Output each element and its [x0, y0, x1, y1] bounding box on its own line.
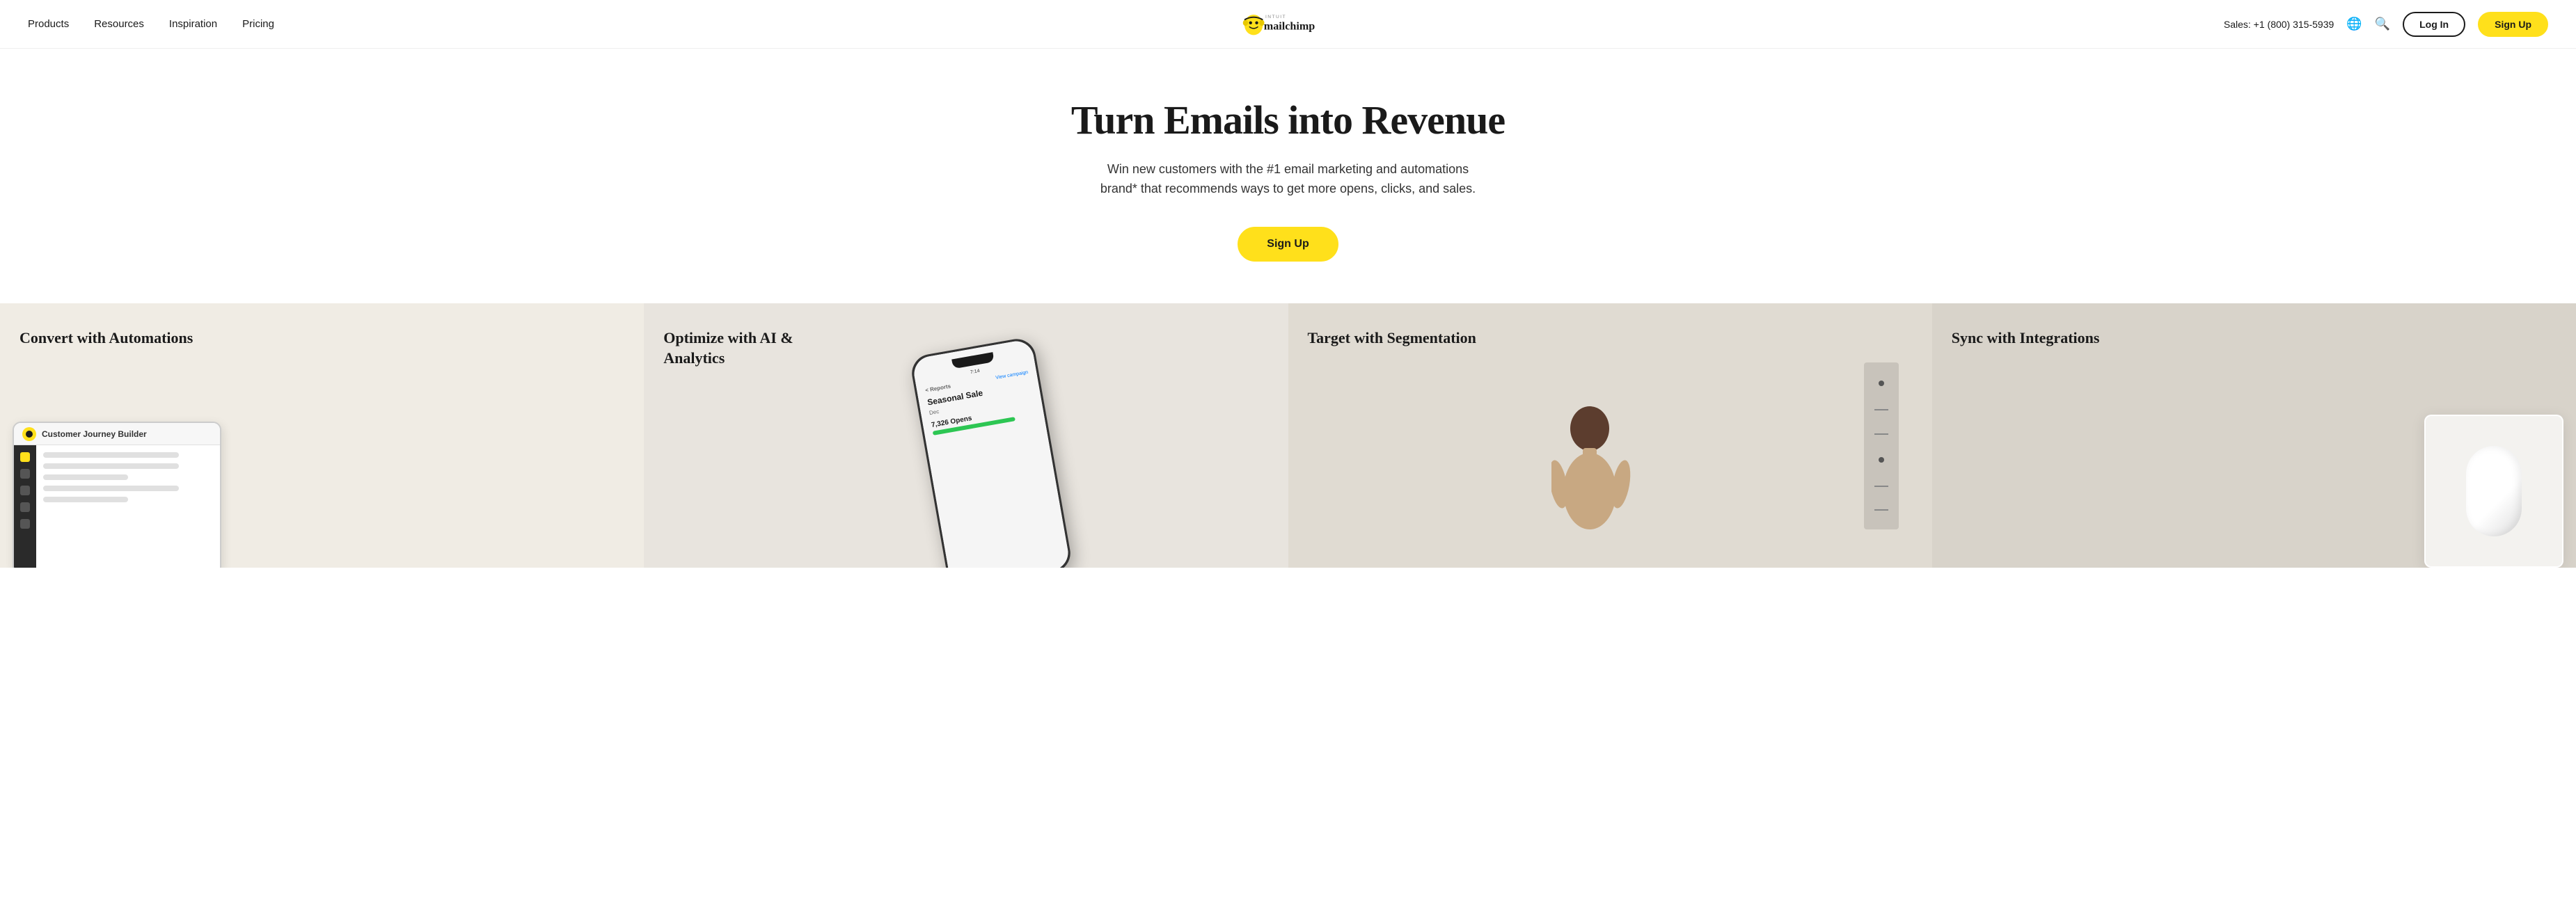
mock-line-5: [43, 497, 128, 502]
tablet-sidebar: [14, 445, 36, 568]
sidebar-item-2: [20, 486, 30, 495]
nav-logo[interactable]: INTUIT mailchimp: [1237, 9, 1339, 40]
mock-line-4: [43, 486, 179, 491]
search-icon[interactable]: 🔍: [2375, 17, 2390, 31]
ruler-mark-4: [1874, 509, 1888, 511]
login-button[interactable]: Log In: [2403, 12, 2465, 37]
svg-text:mailchimp: mailchimp: [1263, 20, 1314, 32]
feature-card-integrations: Sync with Integrations: [1932, 303, 2576, 568]
ruler-dot-2: [1879, 457, 1884, 463]
ruler-mark-1: [1874, 409, 1888, 410]
hero-subtitle: Win new customers with the #1 email mark…: [1093, 159, 1483, 200]
feature-card-segmentation: Target with Segmentation: [1288, 303, 1932, 568]
device-inner: [2426, 416, 2562, 566]
tablet-header: Customer Journey Builder: [14, 423, 220, 445]
tablet-mock: Customer Journey Builder: [13, 422, 221, 568]
mock-line-3: [43, 474, 128, 480]
feature-title-segmentation: Target with Segmentation: [1308, 328, 1489, 349]
feature-title-integrations: Sync with Integrations: [1952, 328, 2133, 349]
nav-item-inspiration[interactable]: Inspiration: [169, 18, 217, 30]
ruler-mark-3: [1874, 486, 1888, 487]
nav-item-resources[interactable]: Resources: [94, 18, 144, 30]
nav-item-pricing[interactable]: Pricing: [242, 18, 274, 30]
tablet-title: Customer Journey Builder: [42, 429, 147, 439]
ruler-mark-2: [1874, 433, 1888, 435]
phone-mock: 7:14 < Reports View campaign Seasonal Sa…: [909, 336, 1073, 568]
feature-title-analytics: Optimize with AI & Analytics: [663, 328, 844, 368]
feature-card-automations: Convert with Automations Customer Journe…: [0, 303, 644, 568]
nav-item-products[interactable]: Products: [28, 18, 69, 30]
mock-line-2: [43, 463, 179, 469]
sidebar-item-active: [20, 452, 30, 462]
signup-nav-button[interactable]: Sign Up: [2478, 12, 2548, 37]
card-visual-analytics: 7:14 < Reports View campaign Seasonal Sa…: [663, 382, 1268, 568]
nav-left: Products Resources Inspiration Pricing: [28, 18, 274, 30]
tablet-content: [36, 445, 220, 568]
nav-phone: Sales: +1 (800) 315-5939: [2224, 19, 2334, 30]
phone-mock-container: 7:14 < Reports View campaign Seasonal Sa…: [909, 336, 1073, 568]
main-nav: Products Resources Inspiration Pricing: [0, 0, 2576, 49]
person-silhouette: [1551, 401, 1635, 568]
feature-strip: Convert with Automations Customer Journe…: [0, 303, 2576, 568]
ruler-mock: [1864, 362, 1899, 529]
svg-text:INTUIT: INTUIT: [1265, 15, 1286, 19]
hero-signup-button[interactable]: Sign Up: [1238, 227, 1338, 262]
card-visual-segmentation: [1308, 362, 1913, 568]
feature-title-automations: Convert with Automations: [19, 328, 200, 349]
globe-icon[interactable]: 🌐: [2346, 17, 2362, 31]
hero-section: Turn Emails into Revenue Win new custome…: [0, 49, 2576, 303]
white-cylinder: [2466, 446, 2522, 536]
phone-view-campaign: View campaign: [995, 370, 1029, 381]
device-mock: [2424, 415, 2563, 568]
card-visual-automations: Customer Journey Builder: [19, 362, 624, 568]
sidebar-item-4: [20, 519, 30, 529]
phone-reports-label: < Reports: [924, 383, 951, 394]
feature-card-analytics: Optimize with AI & Analytics 7:14 < Repo…: [644, 303, 1288, 568]
nav-right: Sales: +1 (800) 315-5939 🌐 🔍 Log In Sign…: [2224, 12, 2548, 37]
sidebar-item-1: [20, 469, 30, 479]
card-visual-integrations: [1952, 362, 2557, 568]
hero-title: Turn Emails into Revenue: [1071, 97, 1505, 144]
sidebar-item-3: [20, 502, 30, 512]
tablet-icon: [22, 427, 36, 441]
ruler-dot-1: [1879, 381, 1884, 386]
mock-line-1: [43, 452, 179, 458]
phone-screen: 7:14 < Reports View campaign Seasonal Sa…: [911, 339, 1070, 568]
